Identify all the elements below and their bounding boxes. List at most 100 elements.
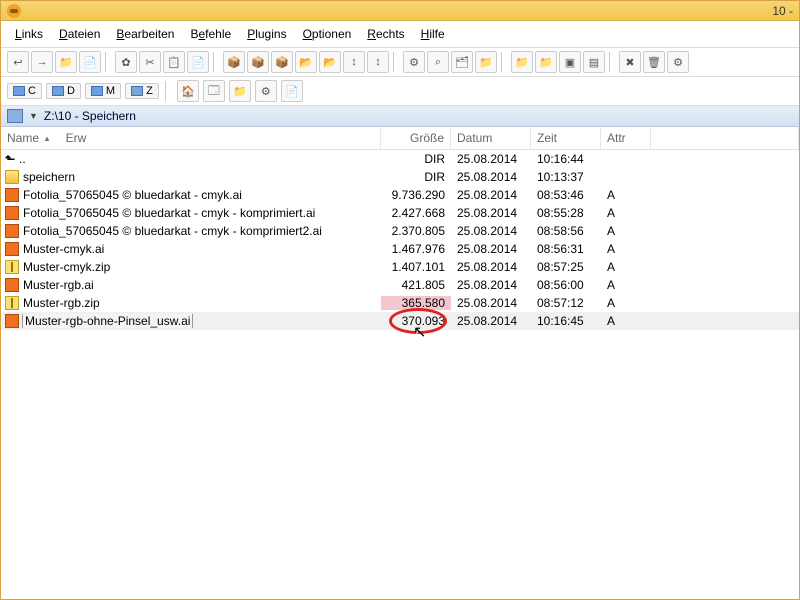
toolbar-button-28[interactable]: ✖ (619, 51, 641, 73)
file-row[interactable]: Fotolia_57065045 © bluedarkat - cmyk.ai9… (1, 186, 799, 204)
toolbar-button-7[interactable]: 📋 (163, 51, 185, 73)
up-icon: ⬑ (5, 152, 15, 166)
file-date: 25.08.2014 (451, 278, 531, 292)
col-date[interactable]: Datum (451, 127, 531, 149)
file-time: 08:55:28 (531, 206, 601, 220)
file-attr: A (601, 188, 651, 202)
menu-plugins[interactable]: Plugins (241, 25, 292, 43)
toolbar-separator (165, 81, 171, 101)
toolbar-button-23[interactable]: 📁 (511, 51, 533, 73)
col-name[interactable]: Name▲ Erw (1, 127, 381, 149)
toolbar-button-30[interactable]: ⚙ (667, 51, 689, 73)
file-time: 08:56:31 (531, 242, 601, 256)
file-date: 25.08.2014 (451, 188, 531, 202)
menu-befehle[interactable]: Befehle (184, 25, 237, 43)
file-size: 421.805 (381, 278, 451, 292)
col-attr[interactable]: Attr (601, 127, 651, 149)
toolbar-button-18[interactable]: ⚙ (403, 51, 425, 73)
current-path: Z:\10 - Speichern (44, 109, 136, 123)
col-size[interactable]: Größe (381, 127, 451, 149)
file-row[interactable]: Muster-cmyk.zip1.407.10125.08.201408:57:… (1, 258, 799, 276)
file-time: 08:57:25 (531, 260, 601, 274)
col-spacer (651, 127, 799, 149)
drive-m[interactable]: M (85, 83, 121, 99)
file-date: 25.08.2014 (451, 224, 531, 238)
file-date: 25.08.2014 (451, 296, 531, 310)
toolbar-button-14[interactable]: 📂 (319, 51, 341, 73)
toolbar-button-24[interactable]: 📁 (535, 51, 557, 73)
file-size: 2.427.668 (381, 206, 451, 220)
toolbar-button-0[interactable]: ↩ (7, 51, 29, 73)
file-row[interactable]: Fotolia_57065045 © bluedarkat - cmyk - k… (1, 204, 799, 222)
file-date: 25.08.2014 (451, 242, 531, 256)
toolbar-button-15[interactable]: ↕ (343, 51, 365, 73)
file-time: 10:13:37 (531, 170, 601, 184)
toolbar-button-21[interactable]: 📁 (475, 51, 497, 73)
toolbar-button-1[interactable]: → (31, 51, 53, 73)
file-list[interactable]: ⬑..DIR25.08.201410:16:44speichernDIR25.0… (1, 150, 799, 580)
file-row[interactable]: Fotolia_57065045 © bluedarkat - cmyk - k… (1, 222, 799, 240)
file-attr: A (601, 206, 651, 220)
menu-links[interactable]: LLinksinks (9, 25, 49, 43)
drivebar-button-4[interactable]: 📄 (281, 80, 303, 102)
file-size: 1.467.976 (381, 242, 451, 256)
toolbar-button-20[interactable]: 🗂 (451, 51, 473, 73)
toolbar-button-11[interactable]: 📦 (247, 51, 269, 73)
drive-label: Z (146, 85, 153, 97)
menu-optionen[interactable]: Optionen (297, 25, 358, 43)
drivebar-button-2[interactable]: 📁 (229, 80, 251, 102)
file-row[interactable]: Muster-rgb.ai421.80525.08.201408:56:00A (1, 276, 799, 294)
file-name: Fotolia_57065045 © bluedarkat - cmyk.ai (23, 188, 242, 202)
file-name: Muster-cmyk.zip (23, 260, 110, 274)
drive-label: C (28, 85, 36, 97)
ai-file-icon (5, 206, 19, 220)
sort-asc-icon: ▲ (43, 134, 51, 143)
toolbar-button-3[interactable]: 📄 (79, 51, 101, 73)
toolbar-separator (609, 52, 615, 72)
toolbar-button-19[interactable]: ⌕ (427, 51, 449, 73)
toolbar-button-8[interactable]: 📄 (187, 51, 209, 73)
file-size: DIR (381, 152, 451, 166)
file-name: Muster-rgb.ai (23, 278, 94, 292)
file-size: 2.370.805 (381, 224, 451, 238)
file-attr: A (601, 224, 651, 238)
toolbar-button-6[interactable]: ✂ (139, 51, 161, 73)
file-row[interactable]: Muster-rgb-ohne-Pinsel_usw.ai370.09325.0… (1, 312, 799, 330)
file-size: 1.407.101 (381, 260, 451, 274)
drivebar-button-3[interactable]: ⚙ (255, 80, 277, 102)
drive-icon (13, 86, 25, 96)
folder-row[interactable]: speichernDIR25.08.201410:13:37 (1, 168, 799, 186)
menu-dateien[interactable]: Dateien (53, 25, 106, 43)
menu-rechts[interactable]: Rechts (361, 25, 410, 43)
ai-file-icon (5, 314, 19, 328)
file-date: 25.08.2014 (451, 314, 531, 328)
network-drive-icon (7, 109, 23, 123)
dropdown-icon[interactable]: ▼ (29, 111, 38, 121)
file-name: Muster-rgb.zip (23, 296, 100, 310)
drive-icon (91, 86, 103, 96)
menu-hilfe[interactable]: Hilfe (415, 25, 451, 43)
toolbar-button-10[interactable]: 📦 (223, 51, 245, 73)
toolbar-button-12[interactable]: 📦 (271, 51, 293, 73)
main-toolbar: ↩→📁📄✿✂📋📄📦📦📦📂📂↕↕⚙⌕🗂📁📁📁▣▤✖🗑⚙ (1, 48, 799, 77)
parent-dir-row[interactable]: ⬑..DIR25.08.201410:16:44 (1, 150, 799, 168)
file-row[interactable]: Muster-cmyk.ai1.467.97625.08.201408:56:3… (1, 240, 799, 258)
drivebar-button-1[interactable]: 🗔 (203, 80, 225, 102)
toolbar-button-25[interactable]: ▣ (559, 51, 581, 73)
drive-d[interactable]: D (46, 83, 81, 99)
file-attr: A (601, 278, 651, 292)
toolbar-button-16[interactable]: ↕ (367, 51, 389, 73)
drive-z[interactable]: Z (125, 83, 159, 99)
toolbar-button-2[interactable]: 📁 (55, 51, 77, 73)
toolbar-button-13[interactable]: 📂 (295, 51, 317, 73)
col-time[interactable]: Zeit (531, 127, 601, 149)
zip-icon (5, 296, 19, 310)
toolbar-button-29[interactable]: 🗑 (643, 51, 665, 73)
path-bar[interactable]: ▼ Z:\10 - Speichern (1, 106, 799, 127)
menu-bearbeiten[interactable]: Bearbeiten (110, 25, 180, 43)
drive-c[interactable]: C (7, 83, 42, 99)
toolbar-button-5[interactable]: ✿ (115, 51, 137, 73)
drivebar-button-0[interactable]: 🏠 (177, 80, 199, 102)
toolbar-button-26[interactable]: ▤ (583, 51, 605, 73)
file-row[interactable]: Muster-rgb.zip365.58025.08.201408:57:12A (1, 294, 799, 312)
